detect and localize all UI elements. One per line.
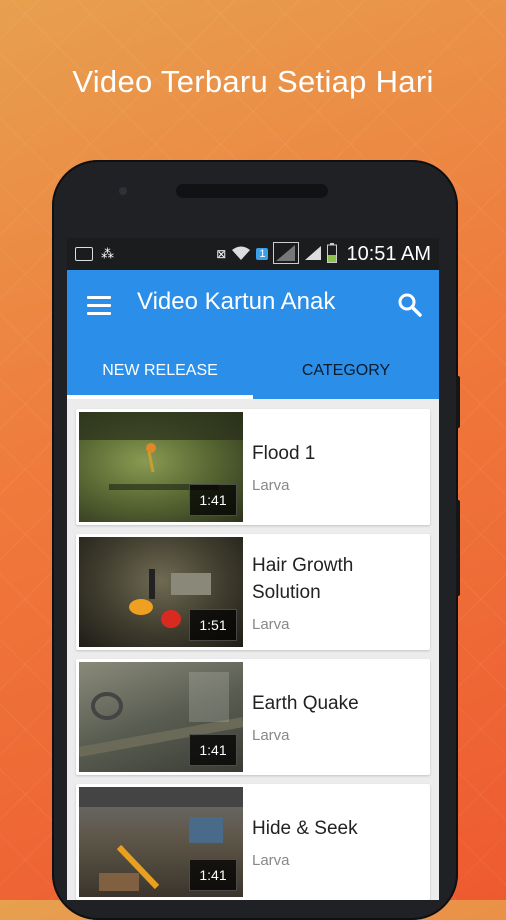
app-title: Video Kartun Anak xyxy=(137,288,336,315)
video-card[interactable]: 1:41 Flood 1 Larva xyxy=(76,409,430,525)
power-button xyxy=(456,376,460,428)
earpiece-speaker xyxy=(176,184,328,198)
menu-icon[interactable] xyxy=(87,296,111,320)
signal-icon-2 xyxy=(304,245,322,264)
video-channel: Larva xyxy=(252,615,290,633)
signal-icon-1 xyxy=(273,241,300,267)
video-thumbnail: 1:41 xyxy=(79,787,243,897)
search-icon[interactable] xyxy=(397,292,423,318)
phone-screen: ⁂ ⊠ 1 10:51 AM Video Kartun Anak NEW REL… xyxy=(67,238,439,900)
app-bar: Video Kartun Anak NEW RELEASE CATEGORY xyxy=(67,270,439,399)
volume-button xyxy=(456,500,460,596)
video-card[interactable]: 1:41 Earth Quake Larva xyxy=(76,659,430,775)
vibrate-icon: ⊠ xyxy=(216,247,227,261)
status-bar: ⁂ ⊠ 1 10:51 AM xyxy=(67,238,439,270)
promo-headline: Video Terbaru Setiap Hari xyxy=(72,64,434,99)
video-card[interactable]: 1:41 Hide & Seek Larva xyxy=(76,784,430,900)
video-title: Flood 1 xyxy=(252,443,316,464)
front-camera xyxy=(119,187,127,195)
status-clock: 10:51 AM xyxy=(346,242,431,265)
gallery-notification-icon xyxy=(75,247,93,261)
wifi-icon xyxy=(231,245,251,264)
video-channel: Larva xyxy=(252,477,290,494)
video-duration: 1:51 xyxy=(189,609,237,641)
video-card[interactable]: 1:51 Hair Growth Solution Larva xyxy=(76,534,430,650)
video-channel: Larva xyxy=(252,727,290,744)
video-duration: 1:41 xyxy=(189,859,237,891)
video-title: Earth Quake xyxy=(252,693,359,714)
video-thumbnail: 1:41 xyxy=(79,412,243,522)
tab-bar: NEW RELEASE CATEGORY xyxy=(67,350,439,399)
video-thumbnail: 1:41 xyxy=(79,662,243,772)
battery-icon xyxy=(327,242,338,266)
video-channel: Larva xyxy=(252,852,290,869)
tab-new-release[interactable]: NEW RELEASE xyxy=(67,350,253,399)
video-duration: 1:41 xyxy=(189,734,237,766)
video-list: 1:41 Flood 1 Larva 1:51 Hair Growth Solu… xyxy=(67,399,439,900)
sim-badge: 1 xyxy=(256,248,269,260)
bbm-notification-icon: ⁂ xyxy=(101,246,114,261)
video-title: Hair Growth Solution xyxy=(252,554,354,603)
video-thumbnail: 1:51 xyxy=(79,537,243,647)
tab-category[interactable]: CATEGORY xyxy=(253,350,439,399)
video-title: Hide & Seek xyxy=(252,818,358,839)
video-duration: 1:41 xyxy=(189,484,237,516)
